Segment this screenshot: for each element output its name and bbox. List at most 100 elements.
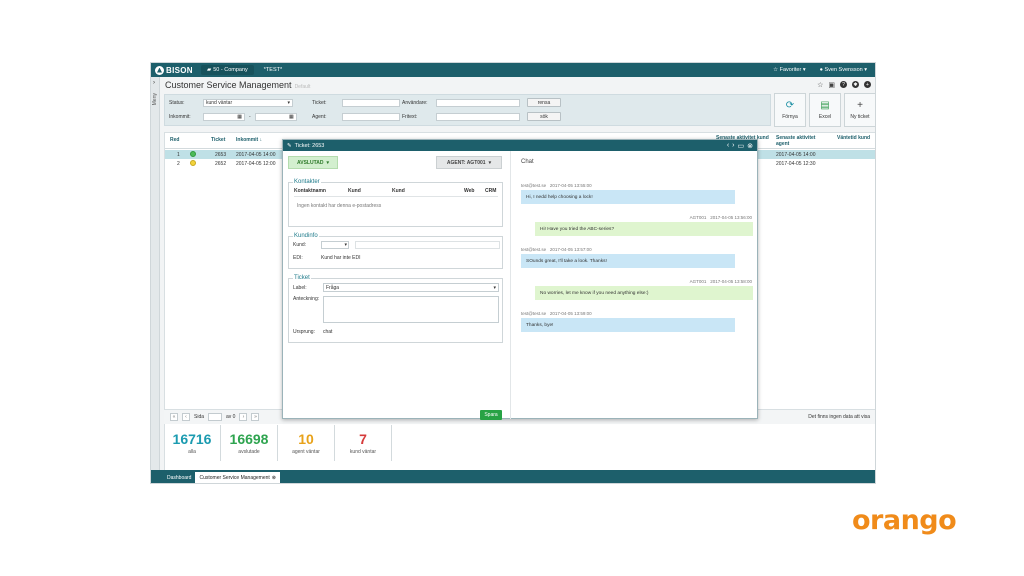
settings-icon[interactable]: ✱ xyxy=(852,81,859,88)
first-page-icon[interactable]: « xyxy=(170,413,178,421)
ticket-section: Ticket Label: Fråga ▾ Anteckning: Urspru… xyxy=(288,275,503,343)
environment-label: *TEST* xyxy=(263,67,283,73)
chat-sender: AGT001 xyxy=(689,279,707,284)
close-icon[interactable]: ⊗ xyxy=(272,475,276,481)
col-web: Web xyxy=(464,188,475,194)
inkommit-to-input[interactable]: ▦ xyxy=(254,113,297,121)
add-icon[interactable]: + xyxy=(864,81,871,88)
stat-alla[interactable]: 16716 alla xyxy=(164,425,221,461)
chat-sender: test@test.se xyxy=(521,247,547,252)
row-senaste-agent: 2017-04-05 12:30 xyxy=(776,161,816,167)
chevron-down-icon: ▾ xyxy=(344,242,347,248)
column-header-inkommit[interactable]: Inkommit ↓ xyxy=(236,137,262,144)
column-header-red[interactable]: Red xyxy=(170,137,179,144)
brand-logo: orango xyxy=(852,505,957,536)
refresh-button[interactable]: ⟳ Förnya xyxy=(774,93,806,127)
agent-button-label: AGENT: AGT001 xyxy=(446,159,486,166)
prev-page-icon[interactable]: ‹ xyxy=(182,413,190,421)
customer-info-section: Kundinfo Kund: ▾ EDI: Kund har inte EDI xyxy=(288,233,503,269)
stat-avslutade[interactable]: 16698 avslutade xyxy=(221,425,278,461)
anteckning-label: Anteckning: xyxy=(293,296,320,302)
edi-label: EDI: xyxy=(293,255,303,261)
favorites-menu[interactable]: ☆ Favoriter ▾ xyxy=(773,67,805,73)
new-ticket-button[interactable]: + Ny ticket xyxy=(844,93,875,127)
status-value: kund väntar xyxy=(206,100,233,106)
user-name: Sven Svensson xyxy=(824,67,863,73)
kund-name-input[interactable] xyxy=(355,241,500,249)
archive-icon[interactable]: ▣ xyxy=(828,81,835,89)
caret-down-icon: ▾ xyxy=(864,67,867,73)
label-select[interactable]: Fråga ▾ xyxy=(323,283,499,292)
stat-label: kund väntar xyxy=(349,449,377,455)
agent-button[interactable]: AGENT: AGT001 ▾ xyxy=(436,156,502,169)
col-kontaktnamn: Kontaktnamn xyxy=(294,188,326,194)
col-crm: CRM xyxy=(485,188,497,194)
last-page-icon[interactable]: » xyxy=(251,413,260,421)
chat-time: 2017-04-05 13:55:00 xyxy=(549,183,592,188)
row-red: 1 xyxy=(177,152,180,158)
kund-select[interactable]: ▾ xyxy=(321,241,349,249)
filter-panel: Status: kund väntar ▾ Inkommit: ▦ - ▦ Ti… xyxy=(164,94,771,126)
page-title: Customer Service Management Default xyxy=(165,80,310,90)
page-label: Sida xyxy=(194,414,205,420)
chevron-right-icon[interactable]: › xyxy=(732,142,734,150)
fritext-input[interactable] xyxy=(436,113,520,121)
refresh-icon: ⟳ xyxy=(785,100,795,111)
agent-label: Agent: xyxy=(312,114,327,120)
fritext-label: Fritext: xyxy=(402,114,418,120)
status-button[interactable]: AVSLUTAD ▾ xyxy=(288,156,338,169)
chevron-left-icon[interactable]: ‹ xyxy=(727,142,729,150)
menu-strip[interactable]: › Meny xyxy=(151,77,160,471)
chat-time: 2017-04-05 13:56:00 xyxy=(710,215,752,220)
ticket-input[interactable] xyxy=(342,99,400,107)
column-header-ticket[interactable]: Ticket xyxy=(211,137,225,144)
clear-button[interactable]: rensa xyxy=(527,98,561,107)
folder-icon: ▰ xyxy=(207,67,212,73)
maximize-icon[interactable]: ▭ xyxy=(738,142,745,150)
tab-customer-service[interactable]: Customer Service Management ⊗ xyxy=(195,472,280,483)
stat-agent-vantar[interactable]: 10 agent väntar xyxy=(278,425,335,461)
close-icon[interactable]: ⊗ xyxy=(747,142,753,150)
ticket-modal: ✎ Ticket: 2653 ‹ › ▭ ⊗ AVSLUTAD ▾ AGENT:… xyxy=(282,139,758,420)
inkommit-from-input[interactable]: ▦ xyxy=(203,113,245,121)
chat-sender: test@test.se xyxy=(521,311,547,316)
menu-label: Meny xyxy=(152,93,158,106)
agent-input[interactable] xyxy=(342,113,400,121)
tab-label: Dashboard xyxy=(167,474,192,481)
anteckning-textarea[interactable] xyxy=(323,296,499,323)
chat-message: Thanks, bye! xyxy=(521,318,735,332)
col-kund: Kund xyxy=(348,188,361,194)
stat-kund-vantar[interactable]: 7 kund väntar xyxy=(335,425,392,461)
column-header-vantetid[interactable]: Väntetid kund xyxy=(837,135,875,142)
status-select[interactable]: kund väntar ▾ xyxy=(203,99,293,107)
chat-time: 2017-04-05 13:59:00 xyxy=(549,311,592,316)
logo[interactable]: BISON xyxy=(151,65,199,75)
modal-title: Ticket: 2653 xyxy=(294,142,325,149)
tab-dashboard[interactable]: Dashboard xyxy=(163,472,195,483)
anvandare-input[interactable] xyxy=(436,99,520,107)
smiley-yellow-icon xyxy=(190,160,196,168)
company-label: 50 - Company xyxy=(213,67,248,73)
next-page-icon[interactable]: › xyxy=(239,413,248,421)
status-label: Status: xyxy=(169,100,185,106)
help-icon[interactable]: ? xyxy=(840,81,847,88)
page-input[interactable] xyxy=(208,413,223,421)
label-value: Fråga xyxy=(326,284,340,291)
bison-logo-icon xyxy=(155,65,164,75)
label-row: Label: Fråga ▾ xyxy=(293,283,499,292)
inkommit-label: Inkommit: xyxy=(169,114,191,120)
user-menu[interactable]: ● Sven Svensson ▾ xyxy=(820,67,867,73)
chat-meta: AGT001 2017-04-05 13:58:00 xyxy=(690,279,752,284)
chevron-right-icon[interactable]: › xyxy=(153,80,155,86)
save-button[interactable]: Spara xyxy=(480,410,502,420)
star-icon: ☆ xyxy=(773,67,779,73)
excel-button[interactable]: ▤ Excel xyxy=(809,93,841,127)
chat-message: No worries, let me know if you need anyt… xyxy=(535,286,753,300)
app-window: BISON ▰ 50 - Company *TEST* ☆ Favoriter … xyxy=(150,62,876,484)
chevron-down-icon: ▾ xyxy=(287,100,290,106)
company-selector[interactable]: ▰ 50 - Company xyxy=(201,65,254,75)
column-header-senaste-agent[interactable]: Senaste aktivitet agent xyxy=(776,135,826,147)
excel-label: Excel xyxy=(818,114,832,120)
star-icon[interactable]: ☆ xyxy=(817,81,823,89)
search-button[interactable]: sök xyxy=(527,112,561,121)
